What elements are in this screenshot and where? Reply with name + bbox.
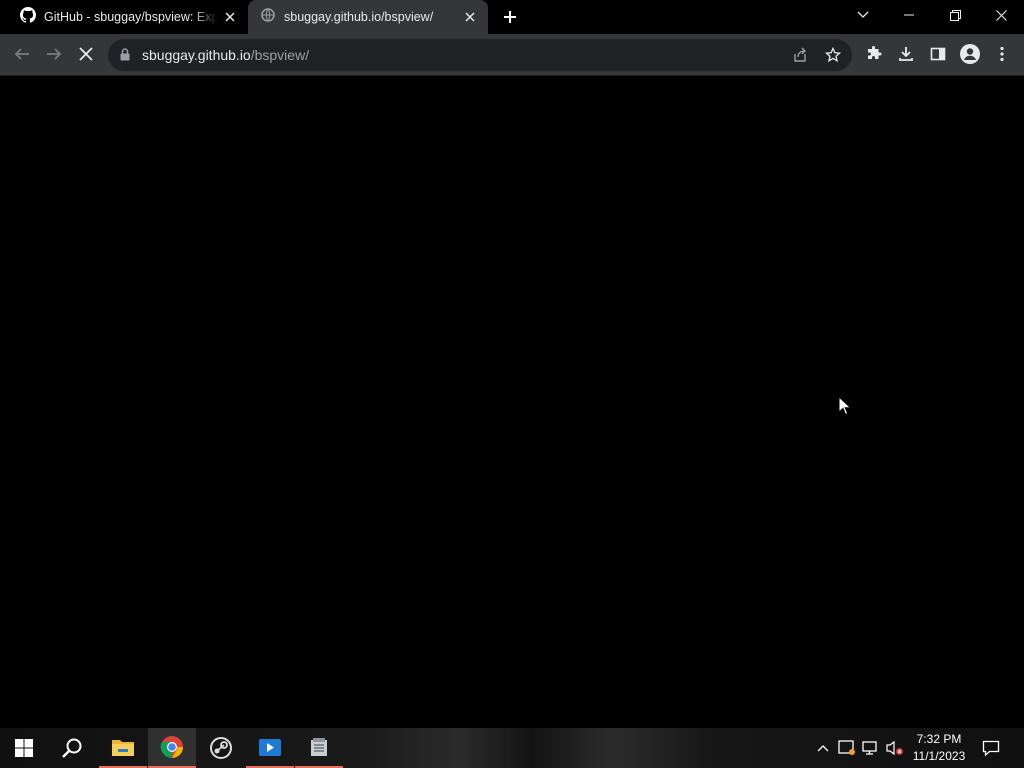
restore-button[interactable] — [932, 0, 978, 30]
page-viewport[interactable] — [0, 76, 1024, 728]
taskbar-media-player[interactable] — [246, 728, 294, 768]
taskbar-file-explorer[interactable] — [99, 728, 147, 768]
lock-icon[interactable] — [120, 48, 130, 66]
file-explorer-icon — [112, 740, 134, 756]
tab-search-button[interactable] — [840, 0, 886, 30]
taskbar: 7:32 PM 11/1/2023 — [0, 728, 1024, 768]
chevron-down-icon — [857, 11, 869, 18]
start-button[interactable] — [0, 728, 48, 768]
steam-icon — [210, 737, 232, 759]
side-panel-button[interactable] — [923, 39, 953, 69]
address-bar[interactable]: sbuggay.github.io/bspview/ — [108, 39, 852, 71]
taskbar-chrome[interactable] — [148, 728, 196, 768]
url-path: /bspview/ — [250, 47, 310, 63]
back-button[interactable] — [7, 39, 37, 69]
minimize-icon — [904, 14, 914, 16]
menu-button[interactable] — [987, 39, 1017, 69]
url-text[interactable]: sbuggay.github.io/bspview/ — [142, 47, 309, 63]
share-icon[interactable] — [788, 43, 812, 67]
taskbar-clock[interactable]: 7:32 PM 11/1/2023 — [906, 731, 972, 765]
search-icon — [62, 738, 82, 758]
arrow-right-icon — [47, 48, 62, 60]
minimize-button[interactable] — [886, 0, 932, 30]
tab-close-icon[interactable] — [218, 5, 242, 29]
clock-time: 7:32 PM — [916, 732, 962, 746]
profile-button[interactable] — [955, 39, 985, 69]
plus-icon — [504, 11, 516, 23]
extensions-button[interactable] — [859, 39, 889, 69]
app-icon — [311, 738, 327, 756]
close-icon — [995, 9, 1007, 21]
tab-bspview[interactable]: sbuggay.github.io/bspview/ — [248, 0, 488, 34]
notifications-icon[interactable] — [981, 738, 1001, 758]
arrow-left-icon — [14, 48, 29, 60]
loading-globe-icon — [260, 7, 276, 28]
puzzle-icon — [868, 46, 882, 59]
clock-date: 11/1/2023 — [912, 749, 966, 763]
taskbar-app[interactable] — [295, 728, 343, 768]
tab-title: GitHub - sbuggay/bspview: Expl — [44, 10, 218, 24]
tab-strip: GitHub - sbuggay/bspview: Expl sbuggay.g… — [0, 0, 1024, 34]
download-icon — [899, 47, 913, 61]
restore-icon — [949, 9, 961, 21]
tab-github[interactable]: GitHub - sbuggay/bspview: Expl — [8, 0, 248, 34]
bookmark-star-icon[interactable] — [821, 43, 845, 67]
close-icon — [79, 47, 93, 61]
stop-loading-button[interactable] — [71, 39, 101, 69]
chevron-up-icon — [817, 745, 829, 752]
github-icon — [20, 6, 37, 28]
show-hidden-icons-button[interactable] — [813, 738, 833, 758]
tab-title: sbuggay.github.io/bspview/ — [284, 10, 434, 24]
close-window-button[interactable] — [978, 0, 1024, 30]
tab-close-icon[interactable] — [458, 5, 482, 29]
volume-muted-icon[interactable] — [885, 738, 905, 758]
browser-toolbar: sbuggay.github.io/bspview/ — [0, 34, 1024, 76]
media-player-icon — [259, 739, 281, 756]
downloads-button[interactable] — [891, 39, 921, 69]
search-button[interactable] — [48, 728, 96, 768]
tray-app-icon[interactable] — [837, 738, 857, 758]
taskbar-steam[interactable] — [197, 728, 245, 768]
side-panel-icon — [930, 47, 946, 61]
forward-button[interactable] — [39, 39, 69, 69]
network-icon[interactable] — [861, 738, 881, 758]
avatar-icon — [960, 44, 980, 64]
new-tab-button[interactable] — [498, 5, 522, 29]
mouse-cursor-icon — [838, 395, 852, 421]
chrome-icon — [160, 736, 183, 758]
start-icon — [15, 739, 33, 757]
url-host: sbuggay.github.io — [142, 47, 251, 63]
more-vert-icon — [1000, 46, 1004, 62]
